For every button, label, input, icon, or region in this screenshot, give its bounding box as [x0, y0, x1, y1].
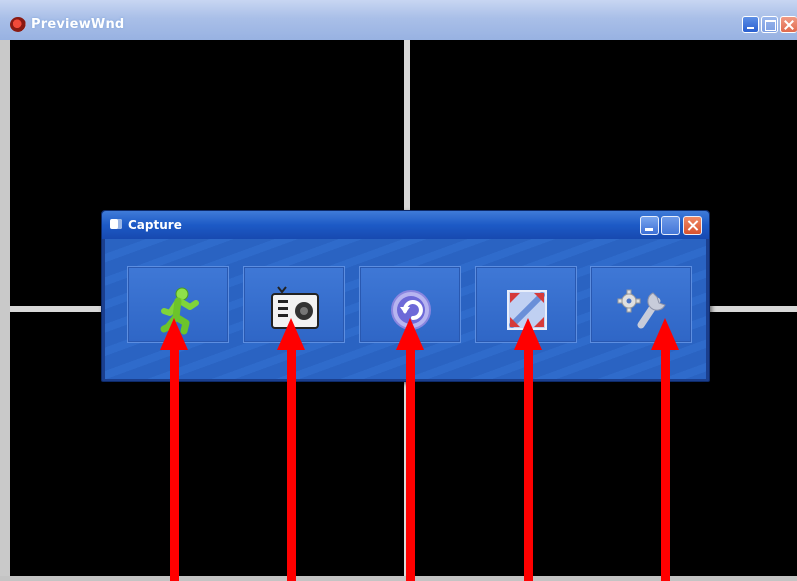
preview-window-title: PreviewWnd — [31, 17, 125, 32]
capture-toolbar — [105, 239, 706, 379]
capture-maximize-icon[interactable] — [661, 216, 680, 235]
camera-snapshot-icon — [271, 286, 319, 329]
close-icon[interactable] — [780, 16, 797, 33]
back-button[interactable] — [359, 266, 461, 343]
circular-arrow-back-icon — [391, 290, 431, 330]
fullscreen-button[interactable] — [475, 266, 577, 343]
capture-window-icon — [110, 219, 122, 229]
capture-close-icon[interactable] — [683, 216, 702, 235]
capture-dialog: Capture — [101, 210, 710, 382]
minimize-icon[interactable] — [742, 16, 759, 33]
capture-title: Capture — [128, 218, 182, 232]
window-left-border — [0, 40, 10, 576]
capture-titlebar[interactable]: Capture — [102, 211, 709, 239]
app-ladybug-icon — [10, 17, 26, 32]
preview-window: PreviewWnd Capture — [0, 0, 797, 581]
capture-minimize-icon[interactable] — [640, 216, 659, 235]
preview-titlebar[interactable]: PreviewWnd — [0, 0, 797, 40]
fullscreen-expand-icon — [507, 290, 547, 330]
snapshot-button[interactable] — [243, 266, 345, 343]
gear-wrench-settings-icon — [617, 289, 666, 329]
running-man-icon — [160, 287, 199, 335]
maximize-icon[interactable] — [761, 16, 778, 33]
run-button[interactable] — [127, 266, 229, 343]
settings-button[interactable] — [590, 266, 692, 343]
window-bottom-border — [0, 576, 797, 581]
